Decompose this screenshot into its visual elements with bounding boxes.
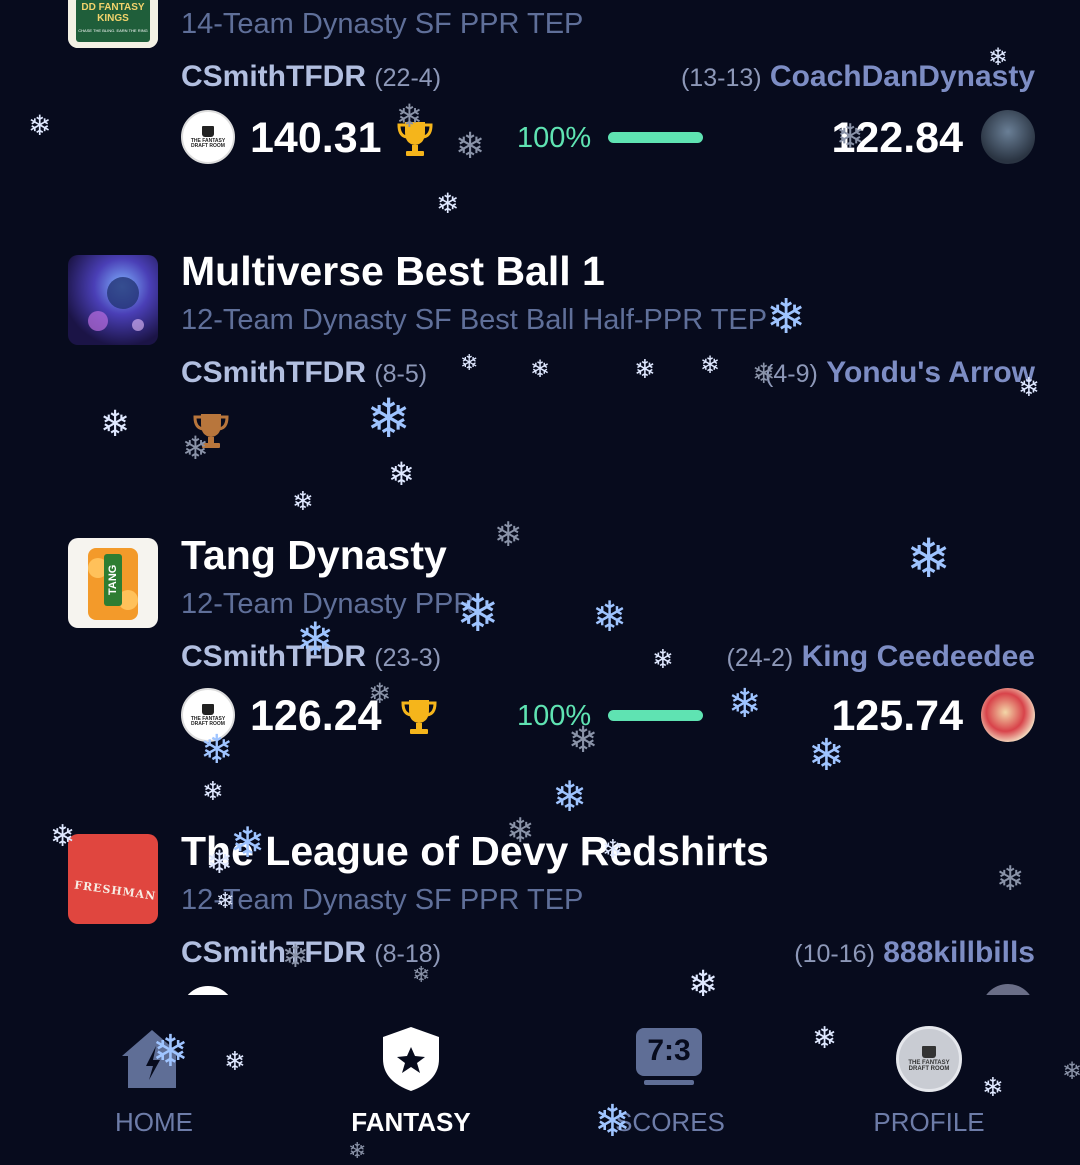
bottom-nav: HOME FANTASY 7:3 SCORES THE FANTASY DRAF… <box>0 995 1080 1165</box>
opponent-score: 125.74 <box>831 692 963 740</box>
opponent-team-name[interactable]: King Ceedeedee <box>802 640 1035 673</box>
matchup-teams: CSmithTFDR (8-5) (4-9) Yondu's Arrow <box>181 356 1035 396</box>
progress-bar <box>608 132 703 143</box>
league-thumbnail: DD FANTASY KINGS CHASE THE BLING. EARN T… <box>68 0 158 48</box>
scoreboard-icon: 7:3 <box>636 1028 702 1076</box>
my-team-name[interactable]: CSmithTFDR <box>181 356 366 389</box>
league-name[interactable]: Tang Dynasty <box>181 532 447 579</box>
league-thumb-label: FRESHMAN <box>73 878 157 903</box>
my-team-record: (23-3) <box>374 644 442 672</box>
nav-home-label: HOME <box>115 1107 193 1137</box>
beer-mug-icon <box>202 703 214 715</box>
opponent-team-name[interactable]: Yondu's Arrow <box>826 356 1035 389</box>
opponent-record: (10-16) <box>794 940 875 968</box>
progress-percent: 100% <box>517 122 592 154</box>
league-name[interactable]: The League of Devy Redshirts <box>181 828 769 875</box>
league-thumbnail: FRESHMAN <box>68 834 158 924</box>
my-team-name[interactable]: CSmithTFDR <box>181 640 366 673</box>
home-icon <box>122 1030 182 1088</box>
profile-avatar: THE FANTASY DRAFT ROOM <box>896 1026 962 1092</box>
progress-bar <box>608 710 703 721</box>
score-row: THE FANTASY DRAFT ROOM 140.31 100% 122.8… <box>181 110 1035 166</box>
scoreboard-icon-text: 7:3 <box>647 1034 691 1067</box>
opponent-team-name[interactable]: 888killbills <box>883 936 1035 969</box>
matchup-teams: CSmithTFDR (22-4) (13-13) CoachDanDynast… <box>181 60 1035 100</box>
nav-fantasy-label: FANTASY <box>351 1107 471 1137</box>
my-score: 140.31 <box>250 114 382 162</box>
league-thumb-label: TANG <box>107 564 119 595</box>
my-team-avatar[interactable]: THE FANTASY DRAFT ROOM <box>181 688 235 742</box>
trophy-icon <box>193 414 229 448</box>
trophy-icon <box>401 700 437 734</box>
league-subtitle: 12-Team Dynasty PPR <box>181 588 475 620</box>
opponent-record: (13-13) <box>680 64 762 92</box>
league-thumb-label: DD FANTASY KINGS <box>81 2 145 24</box>
nav-home[interactable]: HOME <box>54 995 254 1165</box>
nav-fantasy[interactable]: FANTASY <box>311 995 511 1165</box>
nav-scores-label: SCORES <box>615 1107 725 1137</box>
profile-avatar-label: THE FANTASY DRAFT ROOM <box>908 1060 950 1072</box>
score-row: THE FANTASY DRAFT ROOM 126.24 100% 125.7… <box>181 688 1035 744</box>
opponent-team-name[interactable]: CoachDanDynasty <box>770 60 1035 93</box>
opponent-score: 122.84 <box>831 114 963 162</box>
matchup-teams: CSmithTFDR (23-3) (24-2) King Ceedeedee <box>181 640 1035 680</box>
beer-mug-icon <box>922 1046 936 1058</box>
my-team-record: (22-4) <box>374 64 442 92</box>
nav-profile-label: PROFILE <box>873 1107 985 1137</box>
league-feed: DD FANTASY KINGS CHASE THE BLING. EARN T… <box>0 0 1080 995</box>
my-team-name[interactable]: CSmithTFDR <box>181 60 366 93</box>
nav-profile[interactable]: THE FANTASY DRAFT ROOM PROFILE <box>829 995 1029 1165</box>
league-subtitle: 12-Team Dynasty SF Best Ball Half-PPR TE… <box>181 304 768 336</box>
league-name[interactable]: Multiverse Best Ball 1 <box>181 248 605 295</box>
league-thumb-tagline: CHASE THE BLING. EARN THE RING <box>78 28 148 33</box>
my-team-record: (8-18) <box>374 940 442 968</box>
avatar-label: THE FANTASY DRAFT ROOM <box>190 137 226 149</box>
nav-scores[interactable]: 7:3 SCORES <box>570 995 770 1165</box>
opponent-record: (24-2) <box>726 644 794 672</box>
matchup-teams: CSmithTFDR (8-18) (10-16) 888killbills <box>181 936 1035 976</box>
league-thumbnail: TANG <box>68 538 158 628</box>
league-subtitle: 14-Team Dynasty SF PPR TEP <box>181 8 584 40</box>
scoreboard-icon-stand <box>644 1080 694 1085</box>
progress-percent: 100% <box>517 700 592 732</box>
fantasy-shield-star-icon <box>383 1027 439 1091</box>
opponent-avatar[interactable] <box>981 688 1035 742</box>
my-team-avatar[interactable] <box>181 986 235 995</box>
avatar-label: THE FANTASY DRAFT ROOM <box>190 715 226 727</box>
my-team-avatar[interactable]: THE FANTASY DRAFT ROOM <box>181 110 235 164</box>
league-subtitle: 12-Team Dynasty SF PPR TEP <box>181 884 584 916</box>
opponent-record: (4-9) <box>765 360 818 388</box>
opponent-avatar[interactable] <box>981 110 1035 164</box>
my-score: 126.24 <box>250 692 382 740</box>
beer-mug-icon <box>202 125 214 137</box>
opponent-avatar[interactable] <box>981 984 1035 995</box>
my-team-record: (8-5) <box>374 360 428 388</box>
league-thumbnail <box>68 255 158 345</box>
my-team-name[interactable]: CSmithTFDR <box>181 936 366 969</box>
trophy-icon <box>397 122 433 156</box>
